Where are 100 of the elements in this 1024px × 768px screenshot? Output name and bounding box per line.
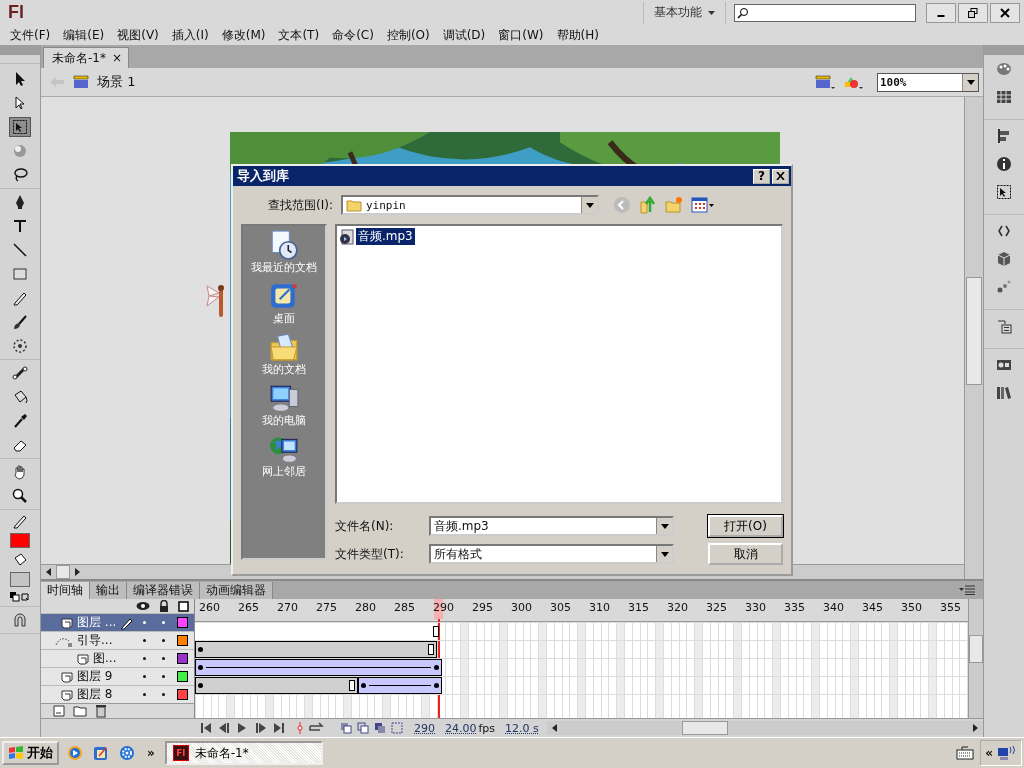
layer-color-swatch[interactable] [177, 653, 188, 664]
scroll-thumb[interactable] [681, 721, 728, 735]
stroke-color-swatch[interactable] [10, 533, 30, 548]
motion-tween-span[interactable] [195, 659, 442, 676]
edit-icon[interactable] [93, 745, 109, 761]
look-in-dropdown[interactable]: yinpin [341, 195, 599, 215]
menu-item[interactable]: 文件(F) [4, 26, 57, 44]
frame-span[interactable] [195, 641, 437, 658]
globe-computer-icon [269, 434, 299, 464]
timeline-horizontal-scrollbar[interactable] [546, 721, 983, 735]
scroll-left-icon[interactable] [551, 724, 557, 732]
view-menu-icon[interactable] [691, 196, 715, 214]
lock-icon[interactable] [159, 600, 169, 612]
frame-number: 330 [745, 600, 767, 616]
trash-icon[interactable] [95, 704, 107, 718]
scroll-right-icon[interactable] [973, 724, 978, 732]
taskbar-button[interactable]: Fl 未命名-1* [164, 741, 323, 765]
vertical-scrollbar[interactable] [964, 97, 983, 579]
restore-button[interactable] [958, 2, 988, 23]
keyboard-icon[interactable] [956, 746, 975, 760]
bone-tool-button[interactable] [9, 363, 31, 383]
menu-item[interactable]: 编辑(E) [57, 26, 111, 44]
file-item[interactable]: 音频.mp3 [356, 228, 415, 245]
places-item[interactable]: 桌面 [269, 281, 299, 326]
scroll-thumb[interactable] [966, 277, 982, 385]
search-field[interactable] [734, 3, 916, 22]
caret-icon [708, 10, 715, 15]
menu-item[interactable]: 调试(D) [436, 26, 492, 44]
timeline-vertical-scrollbar[interactable] [968, 599, 983, 718]
open-button[interactable]: 打开(O) [708, 515, 783, 537]
scroll-thumb[interactable] [56, 565, 70, 579]
start-button[interactable]: 开始 [2, 741, 59, 765]
elapsed-time[interactable]: 12.0 s [505, 721, 539, 735]
places-label: 网上邻居 [262, 464, 306, 479]
layer-color-swatch[interactable] [177, 689, 188, 700]
more-chevron[interactable]: » [147, 746, 155, 760]
gear-icon[interactable] [119, 745, 135, 761]
menu-item[interactable]: 修改(M) [215, 26, 272, 44]
media-player-icon[interactable] [67, 745, 83, 761]
frame-number: 265 [238, 600, 260, 616]
eye-icon[interactable] [136, 601, 150, 611]
panel-tab[interactable]: 编译器错误 [127, 582, 200, 599]
panel-menu-icon[interactable] [959, 585, 975, 595]
menu-item[interactable]: 插入(I) [165, 26, 215, 44]
file-name-field[interactable]: 音频.mp3 [429, 516, 674, 536]
layer-row[interactable]: 图层 ... [41, 613, 194, 631]
scroll-right-icon[interactable] [75, 568, 80, 576]
scroll-thumb[interactable] [969, 635, 983, 663]
caret-icon [660, 523, 669, 529]
menu-item[interactable]: 窗口(W) [492, 26, 550, 44]
places-item[interactable]: 网上邻居 [262, 434, 306, 479]
menu-item[interactable]: 控制(O) [380, 26, 436, 44]
caret-icon [966, 79, 975, 85]
places-item[interactable]: 我的文档 [262, 332, 306, 377]
frame-number: 335 [784, 600, 806, 616]
places-item[interactable]: 我的电脑 [262, 383, 306, 428]
new-layer-icon[interactable] [53, 705, 65, 717]
file-type-dropdown[interactable]: 所有格式 [429, 544, 674, 564]
places-item[interactable]: 我最近的文档 [251, 230, 317, 275]
dashed-box-arrow-tool-button[interactable] [9, 117, 31, 137]
help-button[interactable]: ? [753, 168, 770, 184]
frame-rate[interactable]: 24.00 [445, 721, 477, 735]
frame-number: 300 [511, 600, 533, 616]
tray-expand-button[interactable]: « [985, 746, 993, 760]
document-tab[interactable]: 未命名-1* × [43, 47, 130, 68]
magnet-icon [12, 612, 28, 628]
frame-span[interactable] [195, 677, 358, 694]
library-icon [996, 318, 1012, 334]
layer-row[interactable]: 引导... [41, 631, 194, 649]
motion-tween-span[interactable] [358, 677, 442, 694]
workspace-dropdown[interactable]: 基本功能 [643, 1, 726, 24]
close-button[interactable] [990, 2, 1020, 23]
empty-keyframe[interactable] [433, 626, 439, 637]
outline-icon[interactable] [178, 600, 189, 612]
current-frame[interactable]: 290 [414, 721, 435, 735]
cancel-button[interactable]: 取消 [708, 543, 783, 565]
minimize-button[interactable] [926, 2, 956, 23]
edit-scene-button[interactable] [815, 74, 835, 90]
zoom-dropdown[interactable]: 100% [877, 72, 979, 92]
layer-row[interactable]: 图层 8 [41, 685, 194, 703]
zoom-value: 100% [879, 75, 908, 89]
onion-skin-icon[interactable] [340, 722, 404, 734]
panel-tab[interactable]: 动画编辑器 [200, 582, 273, 599]
panel-tab[interactable]: 输出 [90, 582, 127, 599]
menu-item[interactable]: 帮助(H) [550, 26, 605, 44]
paint-bucket-icon [12, 389, 28, 405]
layer-color-swatch[interactable] [177, 635, 188, 646]
close-tab-button[interactable]: × [111, 51, 123, 65]
layer-row[interactable]: 图层 9 [41, 667, 194, 685]
network-icon[interactable] [997, 745, 1017, 761]
menu-item[interactable]: 视图(V) [111, 26, 165, 44]
layer-color-swatch[interactable] [177, 671, 188, 682]
fill-color-swatch[interactable] [10, 572, 30, 587]
menu-item[interactable]: 文本(T) [272, 26, 326, 44]
panel-tab[interactable]: 时间轴 [41, 582, 90, 599]
scroll-left-icon[interactable] [46, 568, 51, 576]
menu-item[interactable]: 命令(C) [326, 26, 380, 44]
frame-number: 295 [472, 600, 494, 616]
layer-row[interactable]: 图... [41, 649, 194, 667]
layer-color-swatch[interactable] [177, 617, 188, 628]
